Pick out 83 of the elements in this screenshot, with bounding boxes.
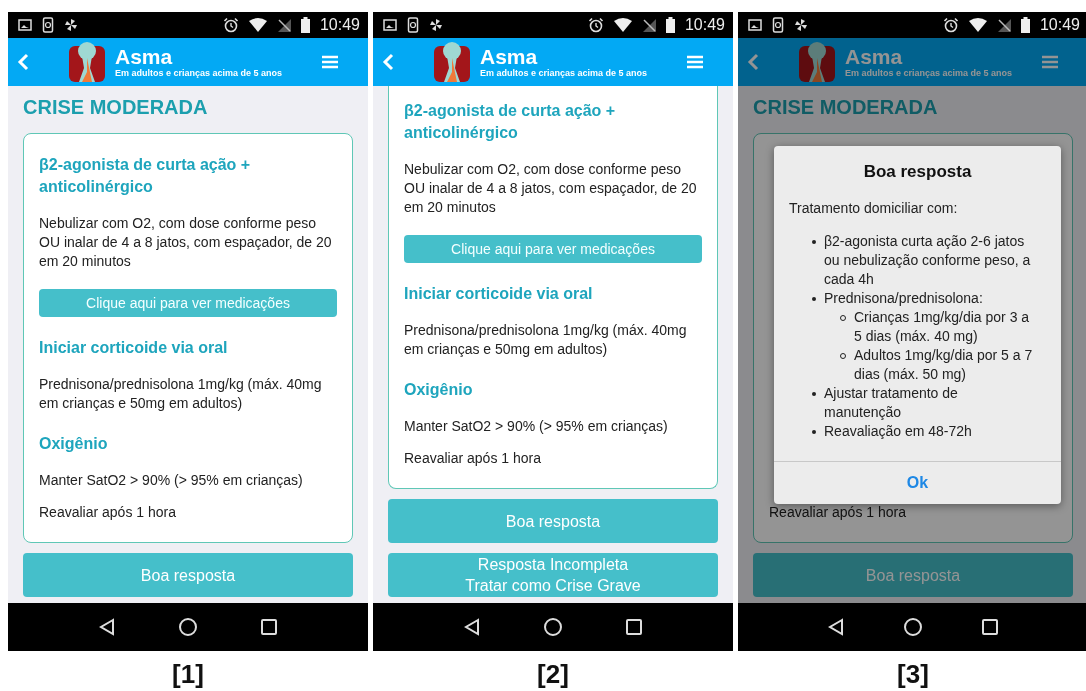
medications-button[interactable]: Clique aqui para ver medicações — [39, 289, 337, 317]
list-item: Crianças 1mg/kg/dia por 3 a 5 dias (máx. 40 mg) — [854, 308, 1031, 346]
home-icon[interactable] — [903, 617, 923, 637]
no-signal-icon — [641, 18, 656, 32]
app-logo-icon — [69, 42, 105, 82]
back-icon[interactable] — [99, 618, 116, 636]
status-time: 10:49 — [319, 16, 360, 34]
screen-label: [3] — [896, 659, 930, 690]
bullet-icon — [812, 392, 816, 396]
battery-icon — [665, 17, 675, 33]
list-item: Reavaliação em 48-72h — [824, 422, 972, 441]
medications-button[interactable]: Clique aqui para ver medicações — [404, 235, 702, 263]
screen-label: [1] — [171, 659, 205, 690]
answer-button[interactable]: Boa resposta — [388, 499, 718, 543]
wifi-icon — [248, 18, 267, 32]
dialog-title: Boa resposta — [862, 162, 973, 182]
back-icon[interactable] — [827, 618, 844, 636]
recents-icon[interactable] — [982, 619, 999, 635]
app-subtitle: Em adultos e crianças acima de 5 anos — [845, 68, 1013, 78]
pinwheel-icon — [429, 18, 443, 32]
ok-button[interactable]: Ok — [886, 462, 949, 504]
app-title: Asma — [115, 46, 174, 68]
dialog-text: Tratamento domiciliar com: — [789, 200, 959, 216]
pinwheel-icon — [64, 18, 78, 32]
block-heading: β2-agonista de curta ação + anticolinérgico — [404, 101, 617, 143]
answer-button[interactable]: Resposta Incompleta Tratar como Crise Grave — [388, 553, 718, 597]
phone-rotate-icon — [42, 17, 54, 33]
answer-button[interactable]: Boa resposta — [23, 553, 353, 597]
block-text: Manter SatO2 > 90% (> 95% em crianças) — [404, 417, 669, 436]
list-item: Adultos 1mg/kg/dia por 5 a 7 dias (máx. 50 mg) — [854, 346, 1034, 384]
image-icon — [748, 19, 762, 31]
bullet-icon — [812, 297, 816, 301]
answer-button[interactable]: Boa resposta — [753, 553, 1073, 597]
recents-icon[interactable] — [625, 619, 642, 635]
image-icon — [18, 19, 32, 31]
phone-rotate-icon — [407, 17, 419, 33]
block-heading: Oxigênio — [404, 380, 474, 400]
wifi-icon — [613, 18, 632, 32]
block-text: Manter SatO2 > 90% (> 95% em crianças) — [39, 471, 304, 490]
recents-icon[interactable] — [260, 619, 277, 635]
back-icon[interactable] — [464, 618, 481, 636]
block-text: Reavaliar após 1 hora — [404, 449, 542, 468]
app-title: Asma — [845, 46, 904, 68]
block-text: Nebulizar com O2, com dose conforme peso OU inalar de 4 a 8 jatos, com espaçador, de 20 em 20 minutos — [404, 160, 698, 217]
block-text: Nebulizar com O2, com dose conforme peso OU inalar de 4 a 8 jatos, com espaçador, de 20 em 20 minutos — [39, 214, 333, 271]
list-item: β2-agonista curta ação 2-6 jatos ou nebulização conforme peso, a cada 4h — [824, 232, 1032, 289]
app-subtitle: Em adultos e crianças acima de 5 anos — [480, 68, 648, 78]
wifi-icon — [968, 18, 987, 32]
block-text: Prednisona/prednisolona 1mg/kg (máx. 40mg em crianças e 50mg em adultos) — [39, 375, 323, 413]
home-icon[interactable] — [178, 617, 198, 637]
list-item: Prednisona/prednisolona: — [824, 289, 983, 308]
alarm-icon — [587, 17, 604, 33]
section-title: CRISE MODERADA — [23, 96, 209, 119]
app-logo-icon — [434, 42, 470, 82]
menu-icon[interactable] — [687, 55, 703, 69]
battery-icon — [300, 17, 310, 33]
no-signal-icon — [996, 18, 1011, 32]
bullet-icon — [812, 240, 816, 244]
status-time: 10:49 — [684, 16, 725, 34]
section-title: CRISE MODERADA — [753, 96, 939, 119]
pinwheel-icon — [794, 18, 808, 32]
image-icon — [383, 19, 397, 31]
block-heading: Oxigênio — [39, 434, 109, 454]
alarm-icon — [222, 17, 239, 33]
home-icon[interactable] — [543, 617, 563, 637]
list-item: Ajustar tratamento de manutenção — [824, 384, 959, 422]
menu-icon[interactable] — [322, 55, 338, 69]
alarm-icon — [942, 17, 959, 33]
bullet-icon — [812, 430, 816, 434]
no-signal-icon — [276, 18, 291, 32]
block-text: Reavaliar após 1 hora — [769, 503, 907, 522]
block-heading: Iniciar corticoide via oral — [404, 284, 594, 304]
block-text: Prednisona/prednisolona 1mg/kg (máx. 40mg em crianças e 50mg em adultos) — [404, 321, 688, 359]
block-heading: Iniciar corticoide via oral — [39, 338, 229, 358]
phone-rotate-icon — [772, 17, 784, 33]
block-heading: β2-agonista de curta ação + anticolinérgico — [39, 155, 252, 197]
block-text: Reavaliar após 1 hora — [39, 503, 177, 522]
app-logo-icon — [799, 42, 835, 82]
app-title: Asma — [480, 46, 539, 68]
battery-icon — [1020, 17, 1030, 33]
screen-label: [2] — [536, 659, 570, 690]
app-subtitle: Em adultos e crianças acima de 5 anos — [115, 68, 283, 78]
status-time: 10:49 — [1039, 16, 1080, 34]
